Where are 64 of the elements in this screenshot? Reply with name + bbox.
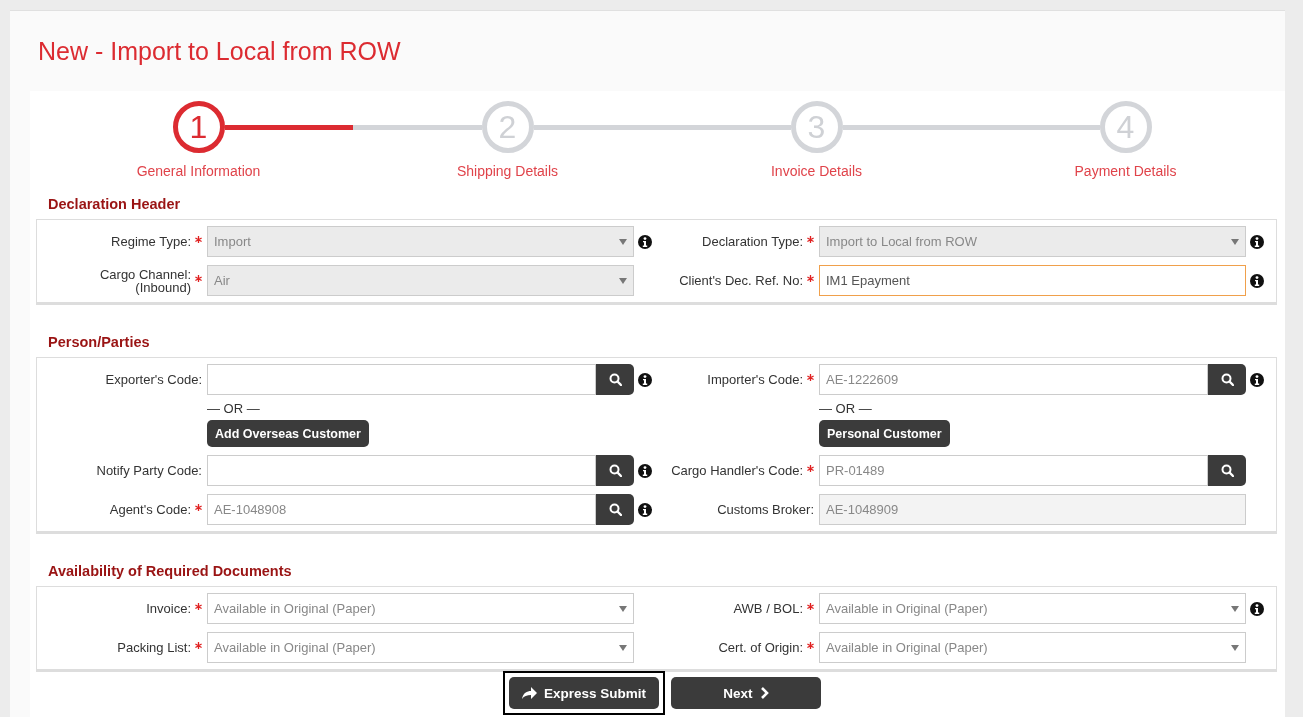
field-label: Cert. of Origin: [718, 641, 803, 654]
info-icon[interactable] [1250, 373, 1264, 387]
dropdown[interactable]: Available in Original (Paper) [207, 632, 634, 663]
search-icon [608, 464, 622, 477]
step-label[interactable]: General Information [136, 163, 261, 179]
page-title: New - Import to Local from ROW [37, 36, 402, 63]
field-label: Client's Dec. Ref. No: [679, 274, 803, 287]
or-separator: — OR — [819, 401, 872, 416]
field-label: Importer's Code: [707, 373, 803, 386]
field-label: Declaration Type: [702, 235, 803, 248]
search-button[interactable] [1208, 455, 1246, 486]
dropdown[interactable]: Available in Original (Paper) [819, 593, 1246, 624]
or-separator: — OR — [207, 401, 260, 416]
input-field[interactable]: IM1 Epayment [819, 265, 1246, 296]
field-label: Customs Broker: [717, 503, 814, 516]
field-label: Cargo Channel: (Inbound) [99, 267, 191, 294]
section-title: Availability of Required Documents [48, 562, 293, 580]
info-icon[interactable] [638, 503, 652, 517]
caret-icon [1231, 605, 1239, 612]
caret-icon [1231, 644, 1239, 651]
step-label[interactable]: Invoice Details [770, 163, 862, 179]
field-label: AWB / BOL: [733, 602, 803, 615]
info-icon[interactable] [1250, 274, 1264, 288]
share-arrow-icon [521, 686, 537, 700]
step-label[interactable]: Payment Details [1074, 163, 1177, 179]
customer-button[interactable]: Add Overseas Customer [207, 420, 369, 447]
section-title: Person/Parties [48, 333, 151, 351]
field-label: Notify Party Code: [96, 464, 202, 477]
dropdown[interactable]: Available in Original (Paper) [207, 593, 634, 624]
search-icon [1220, 373, 1234, 386]
search-button[interactable] [596, 364, 634, 395]
field-label: Cargo Handler's Code: [671, 464, 803, 477]
caret-icon [1231, 238, 1239, 245]
field-label: Agent's Code: [109, 503, 191, 516]
caret-icon [619, 605, 627, 612]
info-icon[interactable] [638, 373, 652, 387]
search-button[interactable] [596, 494, 634, 525]
input-field[interactable]: PR-01489 [819, 455, 1208, 486]
input-field[interactable] [207, 364, 596, 395]
caret-icon [619, 277, 627, 284]
customer-button[interactable]: Personal Customer [819, 420, 950, 447]
caret-icon [619, 644, 627, 651]
field-label: Regime Type: [111, 235, 191, 248]
field-label: Exporter's Code: [105, 373, 202, 386]
search-button[interactable] [596, 455, 634, 486]
input-field[interactable]: AE-1048908 [207, 494, 596, 525]
submit-button[interactable]: Express Submit [509, 677, 659, 709]
search-icon [608, 503, 622, 516]
search-icon [1220, 464, 1234, 477]
section-title: Declaration Header [48, 195, 182, 213]
chevron-right-icon [759, 687, 769, 699]
search-button[interactable] [1208, 364, 1246, 395]
search-icon [608, 373, 622, 386]
field-label: Packing List: [117, 641, 191, 654]
step-number[interactable]: 1 [172, 101, 225, 153]
field-label: Invoice: [146, 602, 191, 615]
caret-icon [619, 238, 627, 245]
info-icon[interactable] [638, 464, 652, 478]
dropdown[interactable]: Available in Original (Paper) [819, 632, 1246, 663]
input-field[interactable] [207, 455, 596, 486]
info-icon[interactable] [1250, 602, 1264, 616]
next-button[interactable]: Next [671, 677, 821, 709]
input-field[interactable]: AE-1222609 [819, 364, 1208, 395]
step-label[interactable]: Shipping Details [456, 163, 559, 179]
